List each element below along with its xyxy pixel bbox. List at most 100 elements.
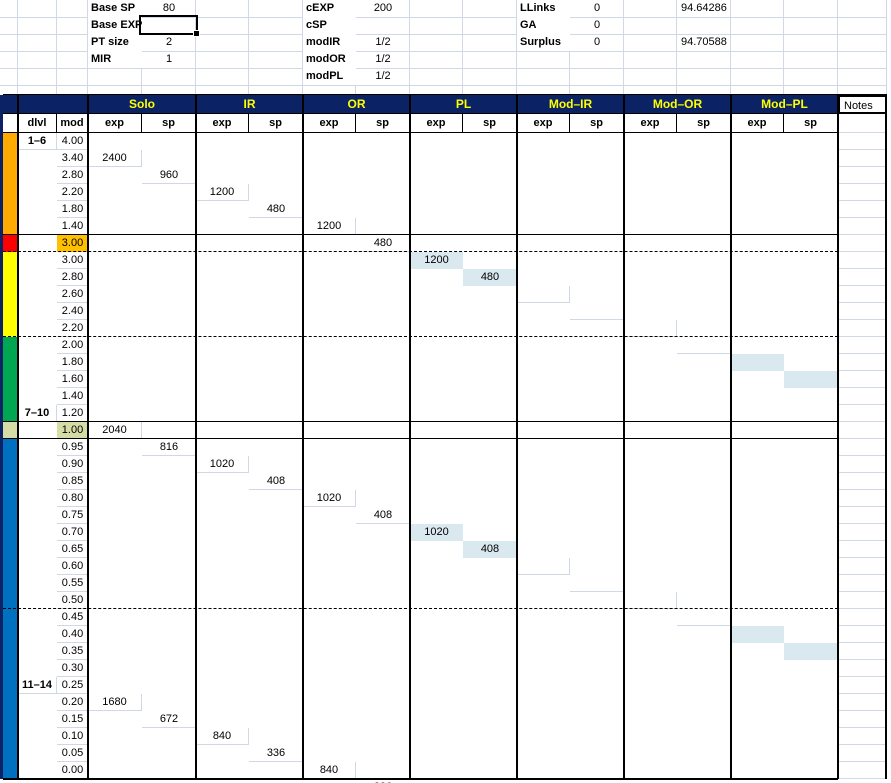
cell-pl-exp[interactable]: 1020 [410, 524, 463, 541]
row-band-7[interactable] [3, 541, 18, 558]
cell-mod[interactable]: 2.20 [57, 184, 88, 201]
notes-cell[interactable] [838, 762, 887, 779]
cell-mod[interactable]: 0.50 [57, 592, 88, 609]
col-group-header-or[interactable]: OR [303, 95, 410, 114]
cell-ir-sp[interactable]: 480 [249, 201, 303, 218]
notes-cell[interactable] [838, 269, 887, 286]
form-value-modor[interactable]: 1/2 [356, 51, 410, 68]
row-band-1[interactable] [3, 439, 18, 456]
form-value-modir[interactable]: 1/2 [356, 34, 410, 51]
col-subheader-mor-sp[interactable]: sp [677, 114, 731, 133]
row-band-1[interactable] [3, 405, 18, 422]
cell-dlvl[interactable]: 7–10 [18, 405, 57, 422]
row-band-19[interactable] [3, 745, 18, 762]
cell-mod[interactable]: 0.25 [57, 677, 88, 694]
row-band-6[interactable] [3, 524, 18, 541]
cell-mod[interactable]: 0.65 [57, 541, 88, 558]
row-band-2[interactable] [3, 456, 18, 473]
row-band-6[interactable] [3, 320, 18, 337]
col-subheader-or-sp[interactable]: sp [356, 114, 410, 133]
row-band-5[interactable] [3, 337, 18, 354]
row-band-21-23[interactable] [3, 218, 18, 235]
cell-mod[interactable]: 1.00 [57, 422, 88, 439]
cell-mod[interactable]: 1.80 [57, 354, 88, 371]
notes-cell[interactable] [838, 473, 887, 490]
row-band-10[interactable] [3, 592, 18, 609]
row-band-11[interactable] [3, 609, 18, 626]
row-band-18[interactable] [3, 728, 18, 745]
row-band-9[interactable] [3, 575, 18, 592]
cell-mod[interactable]: 0.90 [57, 456, 88, 473]
cell-mod[interactable]: 0.45 [57, 609, 88, 626]
form-value-surplus[interactable]: 0 [570, 34, 624, 51]
selection-fill-handle[interactable] [193, 30, 200, 37]
cell-solo-exp[interactable]: 2040 [88, 422, 142, 439]
cell-solo-sp[interactable]: 816 [142, 439, 196, 456]
row-band-12[interactable] [3, 626, 18, 643]
notes-cell[interactable] [838, 371, 887, 388]
cell-solo-sp[interactable]: 960 [142, 167, 196, 184]
col-subheader-dlvl[interactable]: dlvl [18, 114, 57, 133]
cell-mod[interactable]: 0.15 [57, 711, 88, 728]
col-group-header-solo[interactable]: Solo [88, 95, 196, 114]
cell-mod[interactable]: 0.60 [57, 558, 88, 575]
cell-pl-sp[interactable]: 480 [463, 269, 517, 286]
notes-cell[interactable] [838, 643, 887, 660]
notes-cell[interactable] [838, 524, 887, 541]
cell-mod[interactable]: 0.70 [57, 524, 88, 541]
form-label-modpl[interactable]: modPL [303, 68, 356, 85]
notes-cell[interactable] [838, 592, 887, 609]
cell-mod[interactable]: 0.35 [57, 643, 88, 660]
cell-pl-exp[interactable]: 1200 [410, 252, 463, 269]
cell-mod[interactable]: 3.00 [57, 252, 88, 269]
cell-mod[interactable]: 2.80 [57, 269, 88, 286]
notes-cell[interactable] [838, 337, 887, 354]
col-subheader-solo-sp[interactable]: sp [142, 114, 196, 133]
col-subheader-mpl-exp[interactable]: exp [731, 114, 784, 133]
row-band-15[interactable] [3, 677, 18, 694]
col-subheader-mpl-sp[interactable]: sp [784, 114, 838, 133]
cell-mod[interactable]: 0.75 [57, 507, 88, 524]
row-band-7-10[interactable] [3, 150, 18, 167]
notes-cell[interactable] [838, 303, 887, 320]
notes-cell[interactable] [838, 218, 887, 235]
notes-cell[interactable] [838, 660, 887, 677]
col-subheader-pl-sp[interactable]: sp [463, 114, 517, 133]
col-subheader-solo-exp[interactable]: exp [88, 114, 142, 133]
notes-cell[interactable] [838, 677, 887, 694]
cell-mod[interactable]: 3.40 [57, 150, 88, 167]
col-group-header-mod-ir[interactable]: Mod–IR [517, 95, 624, 114]
notes-cell[interactable] [838, 507, 887, 524]
row-band-7[interactable] [3, 303, 18, 320]
cell-solo-exp[interactable]: 2400 [88, 150, 142, 167]
cell-solo-exp[interactable]: 1680 [88, 694, 142, 711]
cell-or-exp[interactable]: 1020 [303, 490, 356, 507]
cell-mod[interactable]: 0.00 [57, 762, 88, 779]
notes-cell[interactable] [838, 388, 887, 405]
row-band-3[interactable] [3, 473, 18, 490]
cell-mod[interactable]: 2.80 [57, 167, 88, 184]
col-subheader-or-exp[interactable]: exp [303, 114, 356, 133]
notes-cell[interactable] [838, 626, 887, 643]
notes-cell[interactable] [838, 456, 887, 473]
cell-mpl-sp[interactable] [784, 371, 838, 388]
notes-cell[interactable] [838, 405, 887, 422]
notes-cell[interactable] [838, 711, 887, 728]
notes-cell[interactable] [838, 422, 887, 439]
notes-cell[interactable] [838, 558, 887, 575]
notes-cell[interactable] [838, 235, 887, 252]
cell-mod[interactable]: 3.00 [57, 235, 88, 252]
row-band-2[interactable] [3, 388, 18, 405]
row-band-10[interactable] [3, 235, 18, 252]
cell-or-exp[interactable]: 1200 [303, 218, 356, 235]
form-value-llinks[interactable]: 0 [570, 0, 624, 17]
cell-dlvl[interactable]: 11–14 [18, 677, 57, 694]
form-label-csp[interactable]: cSP [303, 17, 356, 34]
row-band-13[interactable] [3, 643, 18, 660]
notes-cell[interactable] [838, 320, 887, 337]
row-band-3[interactable] [3, 371, 18, 388]
col-group-header-ir[interactable]: IR [196, 95, 303, 114]
cell-mir-sp[interactable] [570, 575, 624, 592]
row-band-8[interactable] [3, 558, 18, 575]
row-band-9[interactable] [3, 269, 18, 286]
